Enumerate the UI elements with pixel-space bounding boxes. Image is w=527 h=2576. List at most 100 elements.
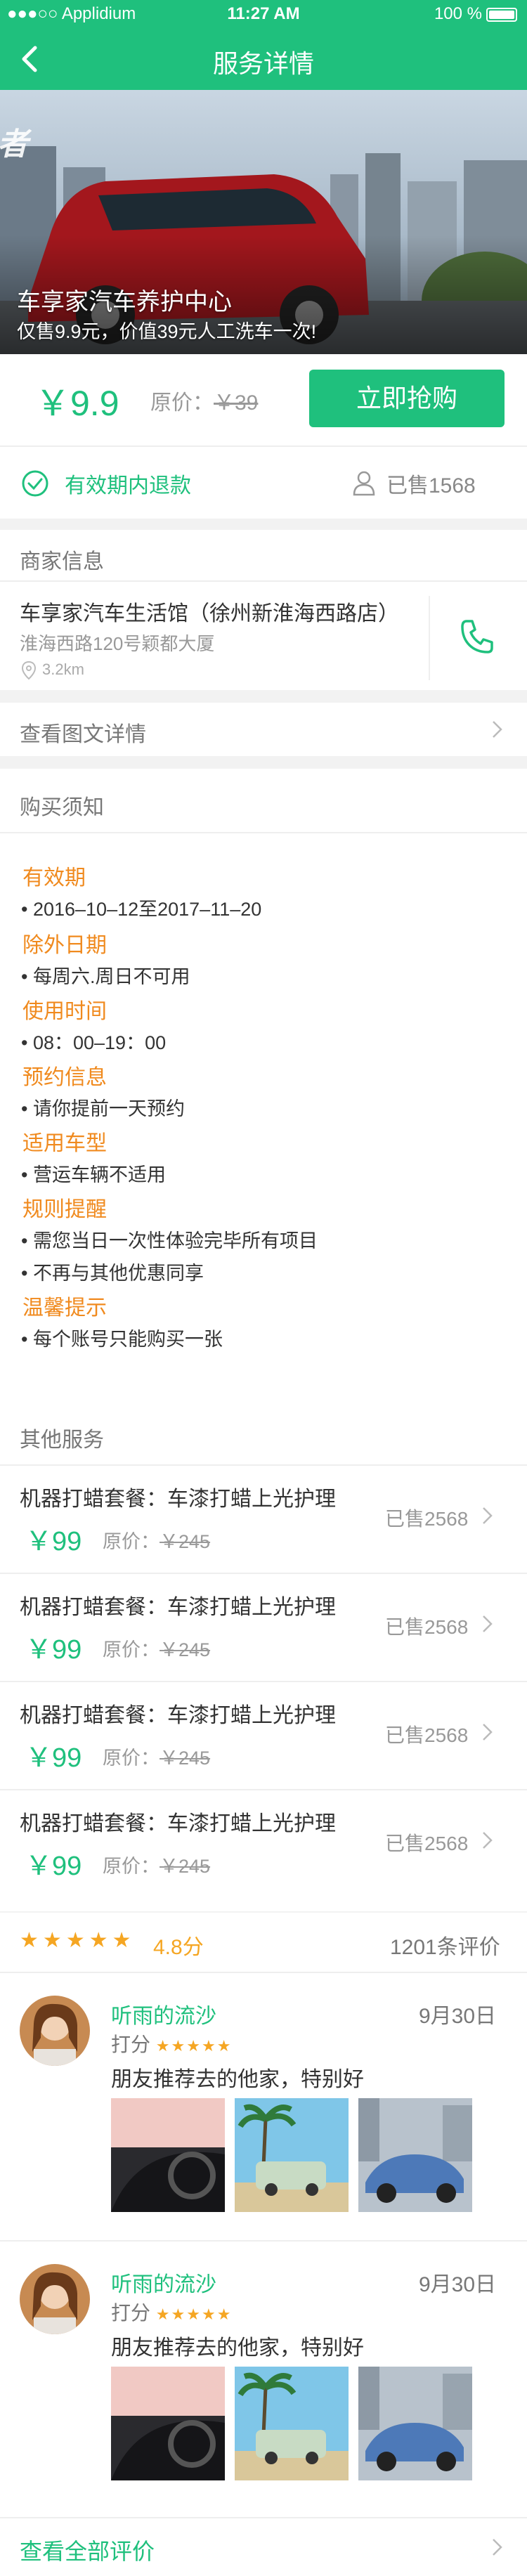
merchant-address: 淮海西路120号颖都大厦	[20, 633, 215, 654]
service-original-price: 原价：￥245	[103, 1851, 210, 1878]
battery-indicator: 100 %	[434, 4, 517, 24]
review-date: 9月30日	[419, 2005, 497, 2028]
sold-count: 已售1568	[386, 474, 476, 497]
review-item: 听雨的流沙 9月30日 打分 ★★★★★ 朋友推荐去的他家，特别好	[0, 1973, 527, 2254]
details-link[interactable]: 查看图文详情	[0, 703, 527, 756]
avatar	[20, 2264, 90, 2334]
merchant-distance: 3.2km	[42, 661, 84, 678]
divider	[429, 596, 430, 680]
service-item[interactable]: 机器打蜡套餐：车漆打蜡上光护理 ￥99 原价：￥245 已售2568	[0, 1790, 527, 1897]
review-photo[interactable]	[111, 2098, 225, 2212]
star-icon: ★	[89, 1929, 108, 1952]
chevron-right-icon	[493, 721, 502, 738]
chevron-right-icon	[493, 2539, 502, 2556]
avatar-image	[20, 2264, 90, 2334]
service-item[interactable]: 机器打蜡套餐：车漆打蜡上光护理 ￥99 原价：￥245 已售2568	[0, 1682, 527, 1789]
service-original-label: 原价：	[103, 1856, 160, 1877]
star-icon: ★	[186, 2305, 200, 2323]
star-icon: ★	[216, 2037, 231, 2055]
hero-banner: 者 车享家汽车养护中心 仅售9.9元，价值39元人工洗车一次!	[0, 90, 527, 354]
notice-category: 有效期	[22, 866, 86, 890]
reviews-section: ★ ★ ★ ★ ★ 4.8分 1201条评价 听雨的流沙 9月30日 打分 ★★★★★ …	[0, 1913, 527, 2576]
hero-title: 车享家汽车养护中心	[17, 289, 232, 316]
all-reviews-label: 查看全部评价	[20, 2539, 155, 2564]
refund-policy: 有效期内退款	[65, 474, 191, 497]
review-stars: ★★★★★	[156, 2034, 233, 2055]
review-photo-image	[235, 2098, 349, 2212]
notice-item: • 营运车辆不适用	[21, 1164, 166, 1185]
notice-item: • 每周六.周日不可用	[21, 966, 190, 987]
service-original-label: 原价：	[103, 1748, 160, 1769]
user-icon	[353, 471, 375, 496]
notice-item: • 请你提前一天预约	[21, 1098, 185, 1119]
service-original-value: ￥245	[160, 1531, 211, 1552]
review-score-label: 打分	[111, 2302, 151, 2324]
review-photo[interactable]	[235, 2367, 349, 2480]
service-item[interactable]: 机器打蜡套餐：车漆打蜡上光护理 ￥99 原价：￥245 已售2568	[0, 1466, 527, 1573]
star-icon: ★	[216, 2305, 231, 2323]
service-name: 机器打蜡套餐：车漆打蜡上光护理	[20, 1488, 336, 1511]
review-photo[interactable]	[111, 2367, 225, 2480]
current-price: ￥9.9	[35, 384, 119, 423]
review-photo[interactable]	[235, 2098, 349, 2212]
chevron-right-icon	[483, 1507, 493, 1524]
star-icon: ★	[65, 1929, 85, 1952]
notice-category: 使用时间	[22, 1000, 107, 1023]
review-photo-image	[358, 2367, 472, 2480]
review-photo-image	[111, 2367, 225, 2480]
service-original-price: 原价：￥245	[103, 1743, 210, 1770]
price-section: ￥9.9 原价：￥39 立即抢购 有效期内退款 已售1568	[0, 354, 527, 519]
star-icon: ★	[155, 2037, 170, 2055]
all-reviews-link[interactable]: 查看全部评价	[0, 2518, 527, 2576]
review-item: 听雨的流沙 9月30日 打分 ★★★★★ 朋友推荐去的他家，特别好	[0, 2242, 527, 2523]
notice-category: 预约信息	[22, 1066, 107, 1089]
divider	[0, 832, 527, 833]
rating-score: 4.8分	[153, 1936, 204, 1959]
phone-icon[interactable]	[458, 617, 497, 656]
notice-item: • 每个账号只能购买一张	[21, 1329, 223, 1350]
guarantee-row: 有效期内退款 已售1568	[0, 447, 527, 519]
status-bar: ●●●○○ Applidium 11:27 AM 100 %	[0, 0, 527, 28]
notice-item: • 08：00–19：00	[21, 1032, 167, 1053]
service-price: ￥99	[25, 1527, 82, 1556]
service-original-price: 原价：￥245	[103, 1526, 210, 1554]
star-icon: ★	[171, 2037, 186, 2055]
section-title-merchant: 商家信息	[20, 550, 104, 573]
service-original-price: 原价：￥245	[103, 1634, 210, 1662]
star-icon: ★	[112, 1929, 131, 1952]
service-price: ￥99	[25, 1635, 82, 1665]
notice-item: • 需您当日一次性体验完毕所有项目	[21, 1230, 318, 1251]
service-item[interactable]: 机器打蜡套餐：车漆打蜡上光护理 ￥99 原价：￥245 已售2568	[0, 1574, 527, 1681]
service-sold-count: 已售2568	[385, 1833, 469, 1854]
check-circle-icon	[22, 470, 48, 497]
review-score-label: 打分	[111, 2034, 151, 2055]
review-text: 朋友推荐去的他家，特别好	[111, 2068, 364, 2091]
review-stars: ★★★★★	[156, 2302, 233, 2324]
review-photo[interactable]	[358, 2367, 472, 2480]
review-photo[interactable]	[358, 2098, 472, 2212]
service-original-value: ￥245	[160, 1639, 211, 1660]
original-price: 原价：￥39	[150, 385, 258, 416]
service-sold-count: 已售2568	[385, 1616, 469, 1638]
review-photo-image	[358, 2098, 472, 2212]
buy-now-button[interactable]: 立即抢购	[309, 370, 505, 427]
page-title: 服务详情	[212, 49, 314, 78]
merchant-name: 车享家汽车生活馆（徐州新淮海西路店）	[20, 602, 399, 625]
star-icon: ★	[155, 2305, 170, 2323]
purchase-notice-section: 购买须知 有效期 • 2016–10–12至2017–11–20 除外日期 • …	[0, 769, 527, 1487]
notice-item: • 2016–10–12至2017–11–20	[21, 899, 262, 920]
service-sold-count: 已售2568	[385, 1508, 469, 1530]
original-price-value: ￥39	[214, 391, 259, 415]
chevron-right-icon	[483, 1832, 493, 1849]
service-original-value: ￥245	[160, 1856, 211, 1877]
service-price: ￥99	[25, 1852, 82, 1881]
original-price-label: 原价：	[150, 391, 214, 415]
notice-item: • 不再与其他优惠同享	[21, 1263, 204, 1284]
review-text: 朋友推荐去的他家，特别好	[111, 2336, 364, 2360]
details-link-label: 查看图文详情	[20, 723, 146, 746]
hero-subtitle: 仅售9.9元，价值39元人工洗车一次!	[17, 321, 317, 342]
service-original-value: ￥245	[160, 1748, 211, 1769]
other-services-section: 其他服务 机器打蜡套餐：车漆打蜡上光护理 ￥99 原价：￥245 已售2568 …	[0, 1398, 527, 1911]
battery-icon	[486, 7, 517, 22]
merchant-card[interactable]: 车享家汽车生活馆（徐州新淮海西路店） 淮海西路120号颖都大厦 3.2km	[0, 582, 527, 690]
